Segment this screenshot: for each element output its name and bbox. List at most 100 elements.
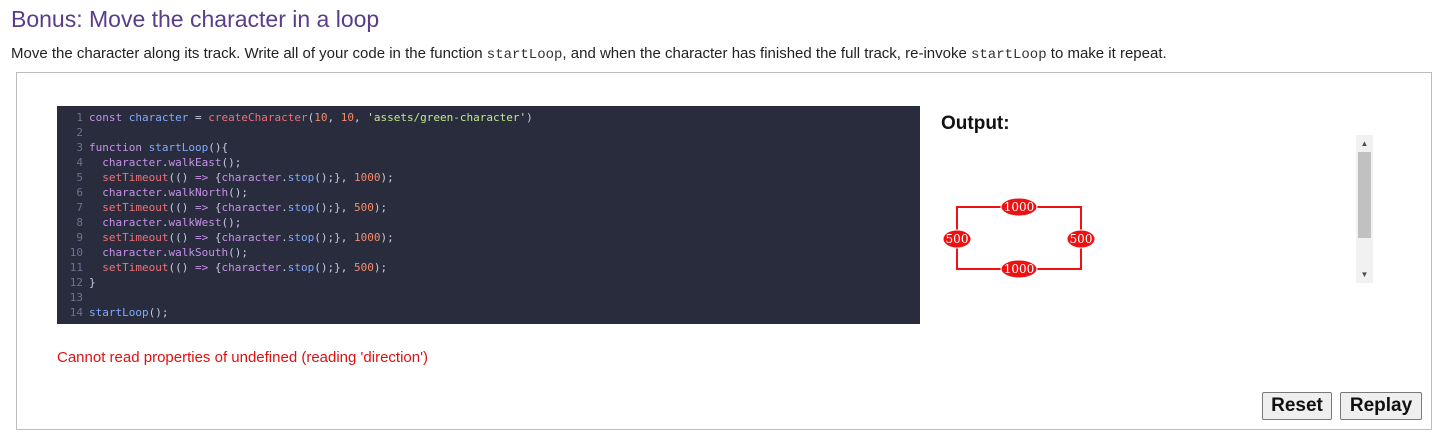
- code-token: character: [221, 171, 282, 184]
- code-token: character: [102, 156, 162, 169]
- output-scrollbar[interactable]: ▲ ▼: [1356, 135, 1373, 283]
- code-line[interactable]: 1 const character = createCharacter(10, 1…: [57, 110, 920, 125]
- code-token: (){: [208, 141, 229, 154]
- code-line[interactable]: 2: [57, 125, 920, 140]
- track-label-top-text: 1000: [1004, 200, 1035, 214]
- instructions: Move the character along its track. Writ…: [11, 45, 1167, 63]
- line-number: 3: [76, 141, 83, 154]
- code-token: character: [128, 111, 189, 124]
- code-token: 500: [353, 261, 374, 274]
- code-token: {: [208, 231, 222, 244]
- line-number: 7: [76, 201, 83, 214]
- code-line[interactable]: 5 setTimeout(() => {character.stop();}, …: [57, 170, 920, 185]
- line-number: 9: [76, 231, 83, 244]
- code-line[interactable]: 4 character.walkEast();: [57, 155, 920, 170]
- output-view: 1000 500 1000 500: [941, 135, 1373, 283]
- code-token: 1000: [353, 171, 381, 184]
- code-token: 1000: [353, 231, 381, 244]
- track-label-bottom: 1000: [1000, 259, 1038, 279]
- error-message: Cannot read properties of undefined (rea…: [57, 349, 428, 366]
- line-number: 10: [69, 246, 83, 259]
- code-token: .: [281, 261, 288, 274]
- code-line[interactable]: 3 function startLoop(){: [57, 140, 920, 155]
- track-label-bottom-text: 1000: [1004, 262, 1035, 276]
- line-number: 5: [76, 171, 83, 184]
- scroll-up-arrow-icon[interactable]: ▲: [1356, 135, 1373, 152]
- code-text: setTimeout(() => {character.stop();}, 50…: [89, 260, 387, 275]
- line-number: 2: [76, 126, 83, 139]
- code-editor[interactable]: 1 const character = createCharacter(10, 1…: [57, 106, 920, 324]
- code-token: ();: [221, 156, 242, 169]
- code-token: .: [281, 201, 288, 214]
- code-token: ((): [168, 261, 195, 274]
- code-token: .: [281, 171, 288, 184]
- code-text: character.walkNorth();: [89, 185, 248, 200]
- code-token: createCharacter: [208, 111, 308, 124]
- track-label-left: 500: [942, 229, 972, 249]
- code-line[interactable]: 6 character.walkNorth();: [57, 185, 920, 200]
- code-token: ();},: [314, 171, 354, 184]
- exercise-panel: 1 const character = createCharacter(10, 1…: [16, 72, 1432, 430]
- code-line[interactable]: 9 setTimeout(() => {character.stop();}, …: [57, 230, 920, 245]
- replay-button[interactable]: Replay: [1340, 392, 1422, 420]
- code-line[interactable]: 10 character.walkSouth();: [57, 245, 920, 260]
- code-line[interactable]: 13: [57, 290, 920, 305]
- code-line[interactable]: 12}: [57, 275, 920, 290]
- instructions-code-2: startLoop: [970, 47, 1047, 63]
- code-token: character: [102, 186, 162, 199]
- code-token: 500: [353, 201, 374, 214]
- scrollbar-thumb[interactable]: [1358, 152, 1371, 238]
- code-token: walkWest: [168, 216, 222, 229]
- instructions-text-3: to make it repeat.: [1046, 45, 1167, 62]
- code-text: character.walkSouth();: [89, 245, 248, 260]
- line-number: 1: [76, 111, 83, 124]
- code-token: 10: [340, 111, 354, 124]
- code-line[interactable]: 8 character.walkWest();: [57, 215, 920, 230]
- code-token: 'assets/green-character': [367, 111, 527, 124]
- code-token: =: [188, 111, 209, 124]
- code-line[interactable]: 11 setTimeout(() => {character.stop();},…: [57, 260, 920, 275]
- code-line[interactable]: 14 startLoop();: [57, 305, 920, 320]
- code-text: function startLoop(){: [89, 140, 228, 155]
- track-label-top: 1000: [1000, 197, 1038, 217]
- code-token: ((): [168, 171, 195, 184]
- line-number: 14: [69, 306, 83, 319]
- line-number: 12: [69, 276, 83, 289]
- track-label-right-text: 500: [1070, 232, 1093, 246]
- track-label-right: 500: [1066, 229, 1096, 249]
- code-token: ();},: [314, 261, 354, 274]
- line-number: 6: [76, 186, 83, 199]
- reset-button[interactable]: Reset: [1262, 392, 1332, 420]
- code-text: }: [89, 275, 96, 290]
- track-label-left-text: 500: [946, 232, 969, 246]
- code-token: stop: [287, 201, 315, 214]
- scroll-down-arrow-icon[interactable]: ▼: [1356, 266, 1373, 283]
- code-token: ();: [228, 246, 248, 259]
- code-token: character: [221, 201, 282, 214]
- code-token: );: [373, 261, 388, 274]
- code-token: ((): [168, 201, 195, 214]
- code-token: character: [102, 246, 162, 259]
- code-token: ,: [327, 111, 341, 124]
- code-line[interactable]: 7 setTimeout(() => {character.stop();}, …: [57, 200, 920, 215]
- code-token: setTimeout: [102, 261, 169, 274]
- code-token: {: [208, 261, 222, 274]
- code-token: setTimeout: [102, 201, 169, 214]
- output-label: Output:: [941, 113, 1010, 134]
- code-token: =>: [194, 201, 209, 214]
- code-token: walkEast: [168, 156, 222, 169]
- code-token: walkSouth: [168, 246, 229, 259]
- code-token: ();: [148, 306, 169, 319]
- code-token: =>: [194, 171, 209, 184]
- code-token: );: [380, 171, 394, 184]
- code-token: function: [89, 141, 149, 154]
- code-token: ,: [353, 111, 368, 124]
- code-text: startLoop();: [89, 305, 168, 320]
- code-token: stop: [287, 231, 315, 244]
- code-token: startLoop: [89, 306, 149, 319]
- track-diagram: 1000 500 1000 500: [942, 197, 1096, 279]
